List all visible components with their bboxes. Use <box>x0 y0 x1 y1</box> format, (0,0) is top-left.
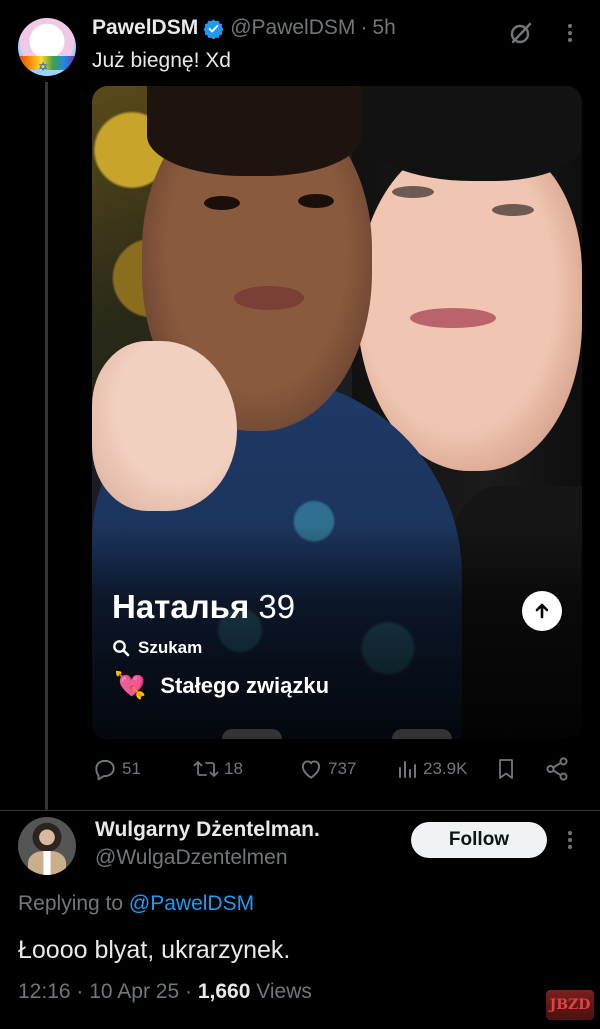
search-label: Szukam <box>138 638 203 657</box>
more-options-icon[interactable] <box>562 20 578 46</box>
reply-views-count: 1,660 <box>197 980 251 1003</box>
reply-date[interactable]: 10 Apr 25 <box>89 980 179 1003</box>
child-eye-right <box>298 194 334 208</box>
thread-line <box>45 82 48 810</box>
bookmark-button[interactable] <box>495 756 521 782</box>
looking-for-label: Stałego związku <box>160 672 330 698</box>
profile-name: Наталья 39 <box>112 588 295 626</box>
heart-icon <box>301 760 321 779</box>
author-handle[interactable]: @PawelDSM <box>230 16 355 40</box>
repost-icon <box>193 761 219 777</box>
woman-face <box>357 141 582 471</box>
verified-badge-icon <box>203 18 224 39</box>
repost-button[interactable]: 18 <box>192 756 243 782</box>
separator: · <box>185 980 192 1003</box>
replying-to: Replying to @PawelDSM <box>18 892 254 916</box>
like-button[interactable]: 737 <box>298 756 356 782</box>
looking-for-row: 💘 Stałego związku <box>114 670 329 701</box>
separator: · <box>360 16 368 39</box>
analytics-icon <box>399 761 416 778</box>
woman-bangs <box>362 86 582 181</box>
follow-button[interactable]: Follow <box>411 822 547 858</box>
child-eye-left <box>204 196 240 210</box>
profile-name-text: Наталья <box>112 588 250 625</box>
child-hair <box>147 86 362 176</box>
reply-time[interactable]: 12:16 <box>18 980 71 1003</box>
original-tweet: ✡ PawelDSM @PawelDSM · 5h Już biegnę! Xd <box>0 0 600 810</box>
share-icon <box>546 757 568 781</box>
tweet-time[interactable]: 5h <box>372 16 395 40</box>
suit-figure <box>28 851 66 875</box>
author-name[interactable]: PawelDSM <box>92 16 198 40</box>
replying-prefix: Replying to <box>18 892 124 915</box>
heart-with-arrow-icon: 💘 <box>114 670 147 700</box>
arrow-up-icon <box>535 603 549 619</box>
paweldsm-avatar[interactable]: ✡ <box>18 18 76 76</box>
repost-count: 18 <box>224 759 243 778</box>
like-count: 737 <box>328 759 357 778</box>
grok-icon[interactable] <box>508 20 534 46</box>
replying-handle-link[interactable]: @PawelDSM <box>129 892 254 915</box>
reply-author-handle[interactable]: @WulgaDzentelmen <box>95 846 288 870</box>
reply-views-label: Views <box>256 980 312 1003</box>
search-icon <box>113 640 130 657</box>
jbzd-watermark-logo: JBZD <box>546 990 594 1020</box>
woman-eye-right <box>492 204 534 216</box>
woman-lips <box>410 308 496 328</box>
card-tab-hint <box>222 729 282 739</box>
image-overlay <box>92 526 582 739</box>
expand-profile-button[interactable] <box>522 591 562 631</box>
tweet-text: Już biegnę! Xd <box>92 49 231 72</box>
tweet-media-image[interactable]: Наталья 39 Szukam 💘 Stałego związku <box>92 86 582 739</box>
tweet-actions: 51 18 737 23.9K <box>92 756 582 784</box>
divider <box>0 810 600 811</box>
woman-eye-left <box>392 186 434 198</box>
reply-icon <box>95 759 115 781</box>
tweet-header: PawelDSM @PawelDSM · 5h <box>92 16 396 40</box>
star-of-david-icon: ✡ <box>38 60 49 74</box>
views-count: 23.9K <box>423 759 468 778</box>
reply-count: 51 <box>122 759 141 778</box>
reply-author-name[interactable]: Wulgarny Dżentelman. <box>95 818 320 842</box>
child-lips <box>234 286 304 310</box>
wulgadzentelmen-avatar[interactable] <box>18 817 76 875</box>
reply-button[interactable]: 51 <box>92 756 141 782</box>
reply-meta: 12:16 · 10 Apr 25 · 1,660 Views <box>18 980 312 1004</box>
profile-age: 39 <box>258 588 296 625</box>
share-button[interactable] <box>544 756 574 782</box>
separator: · <box>76 980 84 1003</box>
reply-text: Łoooo blyat, ukrarzynek. <box>18 936 291 964</box>
bookmark-icon <box>499 759 513 779</box>
card-tab-hint <box>392 729 452 739</box>
search-row: Szukam <box>112 638 202 658</box>
views-button[interactable]: 23.9K <box>395 756 467 782</box>
more-options-icon[interactable] <box>562 827 578 853</box>
